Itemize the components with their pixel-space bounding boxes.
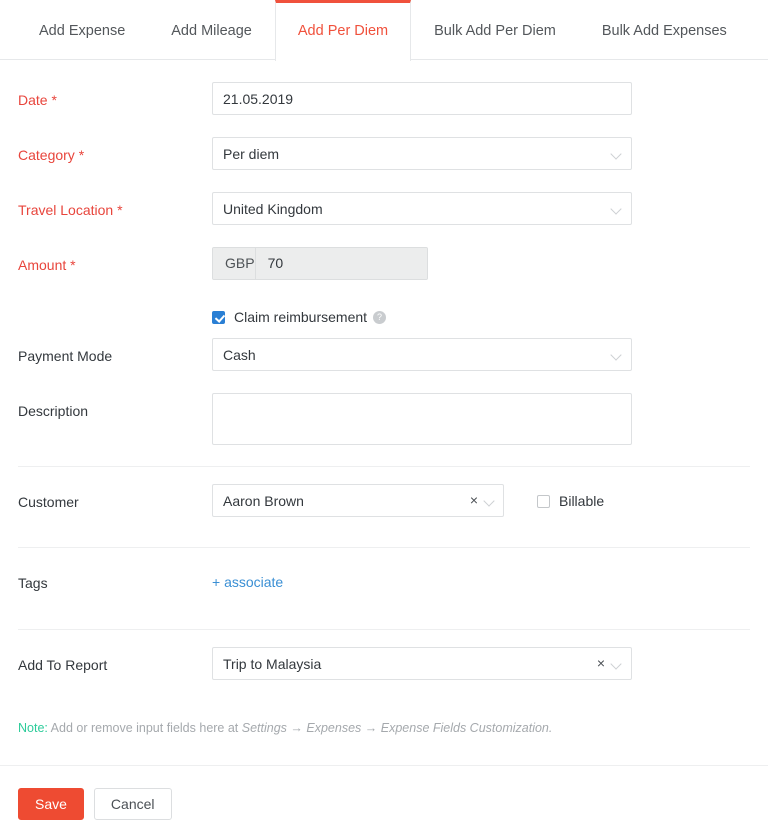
category-label: Category *	[18, 137, 212, 164]
clear-icon[interactable]: ×	[597, 655, 605, 671]
amount-field-wrap: GBP	[212, 247, 750, 280]
form-row-customer: Customer × Billable	[0, 484, 768, 528]
tab-label: Add Expense	[39, 23, 126, 39]
add-to-report-input[interactable]	[212, 647, 632, 680]
tab-add-expense[interactable]: Add Expense	[16, 0, 148, 60]
section-divider-customer	[18, 466, 750, 467]
form-row-payment-mode: Payment Mode	[0, 338, 768, 382]
note-arrow: →	[361, 721, 381, 735]
billable-row: Billable	[537, 484, 604, 509]
form-row-amount: Amount * GBP	[0, 247, 768, 291]
add-to-report-combo[interactable]: ×	[212, 647, 632, 680]
required-marker: *	[74, 147, 85, 163]
form-row-date: Date *	[0, 82, 768, 126]
save-button[interactable]: Save	[18, 788, 84, 820]
amount-label: Amount *	[18, 247, 212, 274]
section-divider-report	[18, 629, 750, 630]
tab-bulk-add-per-diem[interactable]: Bulk Add Per Diem	[411, 0, 579, 60]
section-divider-tags	[18, 547, 750, 548]
form-row-add-to-report: Add To Report ×	[0, 647, 768, 691]
travel-location-label: Travel Location *	[18, 192, 212, 219]
customer-field-wrap: × Billable	[212, 484, 750, 517]
help-icon[interactable]: ?	[373, 310, 387, 324]
note-text: Note: Add or remove input fields here at…	[0, 719, 768, 737]
category-label-text: Category	[18, 147, 75, 163]
form-row-travel-location: Travel Location *	[0, 192, 768, 236]
date-label-text: Date	[18, 92, 48, 108]
customer-label: Customer	[18, 494, 79, 510]
tags-field-wrap: + associate	[212, 565, 750, 590]
form-row-category: Category *	[0, 137, 768, 181]
category-select-value[interactable]	[212, 137, 632, 170]
cancel-button[interactable]: Cancel	[93, 788, 172, 820]
travel-location-field-wrap	[212, 192, 750, 225]
form-row-tags: Tags + associate	[0, 565, 768, 609]
note-arrow: →	[286, 721, 307, 735]
add-to-report-label: Add To Report	[18, 657, 108, 673]
description-textarea[interactable]	[212, 393, 632, 445]
description-label: Description	[18, 403, 89, 419]
payment-mode-field-wrap	[212, 338, 750, 371]
required-marker: *	[66, 257, 76, 273]
note-body: Add or remove input fields here at	[47, 721, 242, 735]
claim-reimbursement-label: Claim reimbursement	[234, 309, 368, 325]
associate-tag-link[interactable]: + associate	[212, 565, 283, 590]
date-input[interactable]	[212, 82, 632, 115]
description-field-wrap	[212, 393, 750, 445]
payment-mode-select[interactable]	[212, 338, 632, 371]
tab-add-mileage[interactable]: Add Mileage	[148, 0, 275, 60]
billable-label: Billable	[559, 493, 605, 509]
note-prefix: Note:	[18, 721, 48, 735]
note-path-settings: Settings	[241, 721, 287, 735]
travel-location-select-value[interactable]	[212, 192, 632, 225]
category-select[interactable]	[212, 137, 632, 170]
payment-mode-label: Payment Mode	[18, 348, 113, 364]
amount-currency-label: GBP	[213, 248, 256, 279]
date-field-wrap	[212, 82, 750, 115]
tags-label: Tags	[18, 575, 48, 591]
travel-location-select[interactable]	[212, 192, 632, 225]
amount-input-group: GBP	[212, 247, 428, 280]
note-path-customization: Expense Fields Customization.	[380, 721, 553, 735]
claim-reimbursement-row: Claim reimbursement ?	[0, 300, 768, 334]
amount-input[interactable]	[255, 248, 427, 279]
tab-label: Add Per Diem	[297, 23, 389, 39]
payment-mode-select-value[interactable]	[212, 338, 632, 371]
per-diem-form: Date * Category * Travel Location *	[0, 82, 768, 820]
customer-input[interactable]	[212, 484, 504, 517]
amount-label-text: Amount	[18, 257, 67, 273]
tab-bulk-add-expenses[interactable]: Bulk Add Expenses	[579, 0, 750, 60]
add-to-report-field-wrap: ×	[212, 647, 750, 680]
customer-combo[interactable]: ×	[212, 484, 504, 517]
clear-icon[interactable]: ×	[470, 492, 478, 508]
tab-label: Bulk Add Per Diem	[434, 23, 556, 39]
form-footer: Save Cancel	[0, 766, 768, 820]
category-field-wrap	[212, 137, 750, 170]
billable-checkbox[interactable]	[537, 494, 550, 508]
form-row-description: Description	[0, 393, 768, 445]
note-path-expenses: Expenses	[306, 721, 362, 735]
required-marker: *	[47, 92, 57, 108]
tab-label: Add Mileage	[171, 23, 252, 39]
tab-add-per-diem[interactable]: Add Per Diem	[274, 0, 412, 61]
travel-location-label-text: Travel Location	[18, 202, 114, 218]
date-label: Date *	[18, 82, 212, 109]
required-marker: *	[113, 202, 123, 218]
claim-reimbursement-checkbox[interactable]	[212, 310, 225, 324]
tab-label: Bulk Add Expenses	[601, 23, 727, 39]
tab-bar: Add Expense Add Mileage Add Per Diem Bul…	[0, 0, 768, 61]
